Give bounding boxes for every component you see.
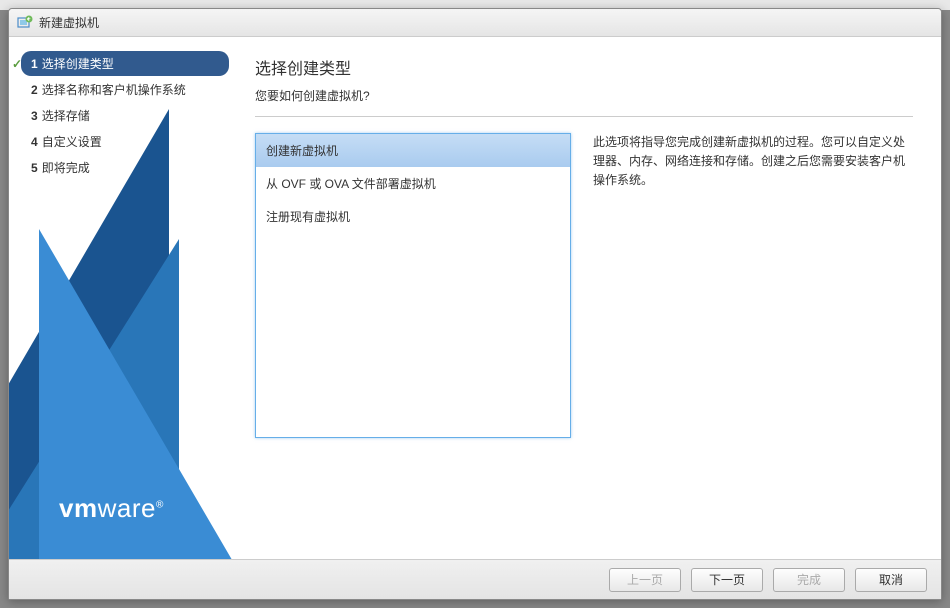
step-number: 2: [31, 83, 38, 97]
vmware-logo: vmware®: [59, 493, 164, 524]
step-number: 5: [31, 161, 38, 175]
content-title: 选择创建类型: [255, 55, 913, 79]
content-main: 创建新虚拟机 从 OVF 或 OVA 文件部署虚拟机 注册现有虚拟机 此选项将指…: [255, 133, 913, 559]
divider: [255, 116, 913, 117]
svg-text:+: +: [27, 17, 31, 23]
creation-type-list: 创建新虚拟机 从 OVF 或 OVA 文件部署虚拟机 注册现有虚拟机: [255, 133, 571, 438]
wizard-step-2[interactable]: 2 选择名称和客户机操作系统: [21, 77, 229, 102]
dialog-body: ✓ 1 选择创建类型 2 选择名称和客户机操作系统 3 选择存储 4 自定义设置: [9, 37, 941, 559]
step-number: 4: [31, 135, 38, 149]
wizard-content: 选择创建类型 您要如何创建虚拟机? 创建新虚拟机 从 OVF 或 OVA 文件部…: [241, 37, 941, 559]
step-label: 选择名称和客户机操作系统: [42, 81, 186, 98]
wizard-step-4[interactable]: 4 自定义设置: [21, 129, 229, 154]
wizard-step-1[interactable]: ✓ 1 选择创建类型: [21, 51, 229, 76]
wizard-step-3[interactable]: 3 选择存储: [21, 103, 229, 128]
dialog-title: 新建虚拟机: [39, 14, 99, 31]
check-icon: ✓: [11, 57, 23, 71]
option-create-new[interactable]: 创建新虚拟机: [256, 134, 570, 167]
option-description: 此选项将指导您完成创建新虚拟机的过程。您可以自定义处理器、内存、网络连接和存储。…: [593, 133, 913, 559]
step-number: 1: [31, 57, 38, 71]
step-label: 选择创建类型: [42, 55, 114, 72]
wizard-step-5[interactable]: 5 即将完成: [21, 155, 229, 180]
cancel-button[interactable]: 取消: [855, 568, 927, 592]
step-number: 3: [31, 109, 38, 123]
vm-icon: +: [17, 15, 33, 31]
dialog-titlebar: + 新建虚拟机: [9, 9, 941, 37]
option-deploy-ovf[interactable]: 从 OVF 或 OVA 文件部署虚拟机: [256, 167, 570, 200]
new-vm-dialog: + 新建虚拟机 ✓ 1 选择创建类型 2 选择名称和客户机操作系统 3: [8, 8, 942, 600]
step-label: 选择存储: [42, 107, 90, 124]
next-button[interactable]: 下一页: [691, 568, 763, 592]
step-label: 自定义设置: [42, 133, 102, 150]
wizard-sidebar: ✓ 1 选择创建类型 2 选择名称和客户机操作系统 3 选择存储 4 自定义设置: [9, 37, 241, 559]
dialog-footer: 上一页 下一页 完成 取消: [9, 559, 941, 599]
back-button[interactable]: 上一页: [609, 568, 681, 592]
content-subtitle: 您要如何创建虚拟机?: [255, 87, 913, 104]
wizard-steps: ✓ 1 选择创建类型 2 选择名称和客户机操作系统 3 选择存储 4 自定义设置: [9, 37, 241, 195]
step-label: 即将完成: [42, 159, 90, 176]
finish-button[interactable]: 完成: [773, 568, 845, 592]
option-register-existing[interactable]: 注册现有虚拟机: [256, 200, 570, 233]
